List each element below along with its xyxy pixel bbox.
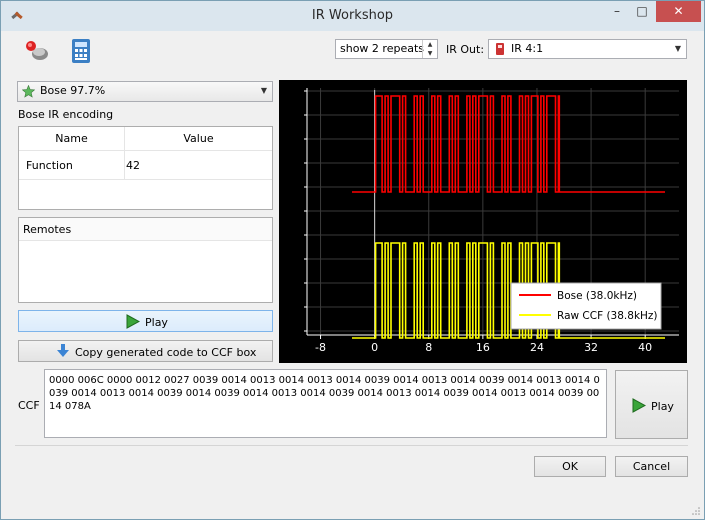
remotes-header: Remotes: [19, 218, 272, 241]
copy-to-ccf-button[interactable]: Copy generated code to CCF box: [18, 340, 273, 362]
ir-out-value: IR 4:1: [511, 42, 544, 55]
x-tick-label: 24: [530, 341, 544, 354]
x-tick-label: 32: [584, 341, 598, 354]
play-icon: [632, 398, 646, 413]
play-icon: [126, 314, 140, 329]
resize-grip-icon[interactable]: [692, 507, 700, 515]
ir-port-icon: [496, 43, 504, 55]
chevron-down-icon: ▼: [260, 86, 267, 95]
minimize-button[interactable]: –: [603, 1, 631, 22]
repeats-spinbox[interactable]: show 2 repeats ▲ ▼: [335, 39, 438, 59]
ir-mouse-icon[interactable]: [23, 37, 51, 65]
calculator-icon[interactable]: [67, 37, 95, 65]
ir-out-select[interactable]: IR 4:1 ▼: [488, 39, 687, 59]
legend-label: Bose (38.0kHz): [557, 290, 637, 302]
ok-button[interactable]: OK: [534, 456, 606, 477]
spin-up-icon[interactable]: ▲: [423, 40, 437, 49]
title-bar: IR Workshop – □ ✕: [1, 1, 704, 31]
remotes-header-label: Remotes: [23, 223, 72, 236]
column-header-value[interactable]: Value: [125, 132, 272, 145]
chevron-down-icon: ▼: [674, 44, 681, 53]
plot-svg: -8 0 8 16 24 32 40 Bose (38.0kHz) Raw CCF (38.8k…: [304, 88, 679, 354]
play-button[interactable]: Play: [18, 310, 273, 332]
table-header: Name Value: [19, 127, 272, 151]
column-header-name[interactable]: Name: [19, 132, 124, 145]
x-tick-label: 0: [371, 341, 378, 354]
main-window: IR Workshop – □ ✕ show 2 repeats ▲ ▼ IR …: [0, 0, 705, 520]
bose-waveform: [352, 95, 665, 193]
protocol-value: Bose 97.7%: [40, 84, 106, 97]
ir-out-label: IR Out:: [446, 43, 485, 56]
encoding-label: Bose IR encoding: [18, 108, 114, 121]
spin-arrows[interactable]: ▲ ▼: [422, 40, 437, 58]
copy-label: Copy generated code to CCF box: [75, 346, 257, 359]
close-button[interactable]: ✕: [656, 1, 701, 22]
cancel-button[interactable]: Cancel: [615, 456, 688, 477]
x-tick-label: 40: [638, 341, 652, 354]
cell-value[interactable]: 42: [126, 159, 140, 172]
cell-name: Function: [26, 159, 73, 172]
maximize-button[interactable]: □: [629, 1, 655, 22]
arrow-down-icon: [57, 344, 69, 357]
separator: [15, 445, 688, 446]
star-icon: [22, 85, 35, 98]
signal-plot: -8 0 8 16 24 32 40 Bose (38.0kHz) Raw CCF (38.8k…: [279, 80, 687, 363]
parameters-table: Name Value Function 42: [18, 126, 273, 210]
x-tick-label: 8: [425, 341, 432, 354]
ccf-play-label: Play: [651, 400, 674, 413]
x-tick-label: 16: [476, 341, 490, 354]
remotes-list: Remotes: [18, 217, 273, 303]
ccf-label: CCF: [18, 399, 40, 412]
legend-label: Raw CCF (38.8kHz): [557, 310, 658, 322]
protocol-select[interactable]: Bose 97.7% ▼: [17, 81, 273, 102]
table-row[interactable]: Function 42: [19, 151, 272, 180]
spin-down-icon[interactable]: ▼: [423, 49, 437, 58]
ccf-code-textarea[interactable]: 0000 006C 0000 0012 0027 0039 0014 0013 …: [44, 369, 607, 438]
ccf-play-button[interactable]: Play: [615, 370, 688, 439]
window-title: IR Workshop: [311, 8, 394, 23]
x-tick-label: -8: [315, 341, 326, 354]
play-label: Play: [145, 316, 168, 329]
repeats-value: show 2 repeats: [340, 42, 425, 55]
